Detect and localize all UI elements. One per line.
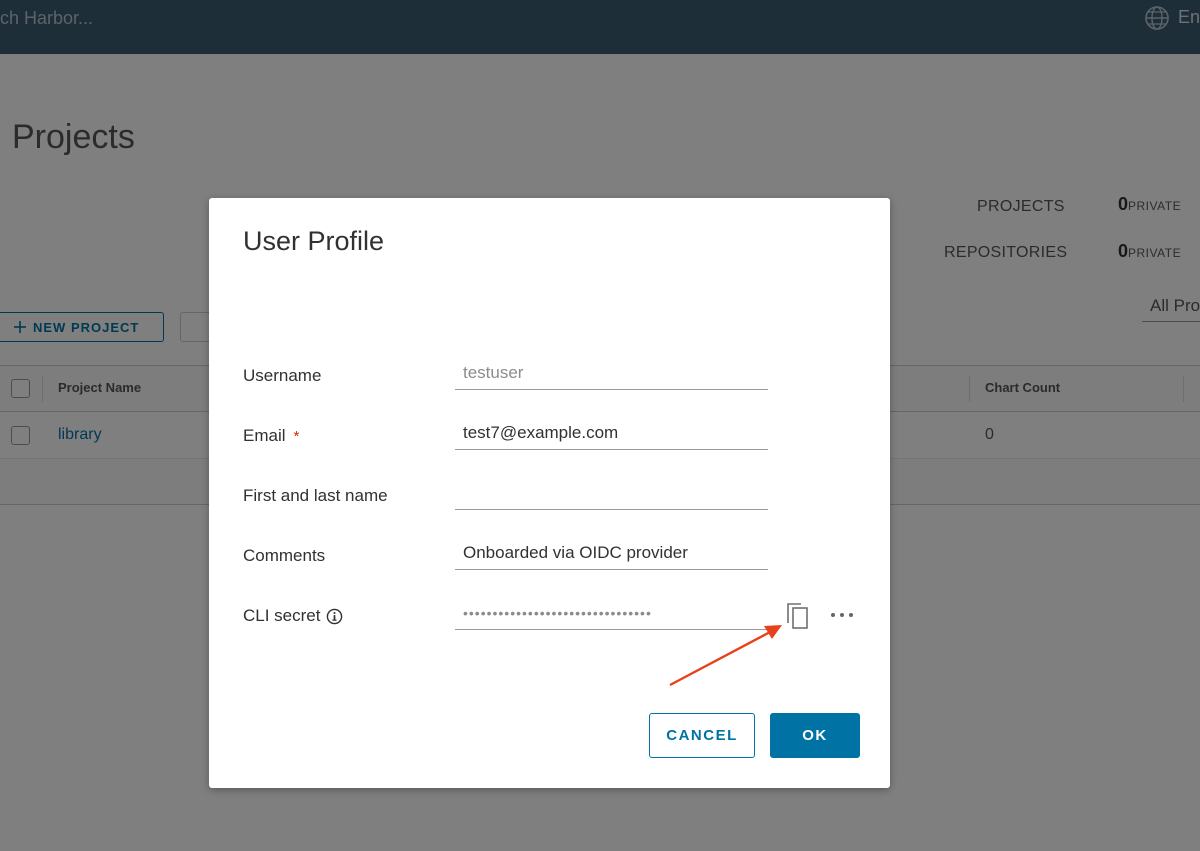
cli-secret-field[interactable] xyxy=(455,596,768,630)
username-field xyxy=(455,356,768,390)
required-marker: * xyxy=(293,427,300,445)
cancel-button[interactable]: CANCEL xyxy=(649,713,755,758)
copy-icon[interactable] xyxy=(785,601,811,631)
email-input[interactable] xyxy=(455,416,768,449)
name-input[interactable] xyxy=(455,476,768,509)
email-label: Email * xyxy=(243,426,299,446)
more-icon[interactable] xyxy=(829,607,855,623)
name-label: First and last name xyxy=(243,486,388,505)
email-field[interactable] xyxy=(455,416,768,450)
cli-secret-label-text: CLI secret xyxy=(243,606,321,625)
email-label-text: Email xyxy=(243,426,286,445)
info-icon[interactable] xyxy=(326,608,343,625)
ok-button[interactable]: OK xyxy=(770,713,860,758)
name-field[interactable] xyxy=(455,476,768,510)
comments-field[interactable] xyxy=(455,536,768,570)
comments-input[interactable] xyxy=(455,536,768,569)
comments-label: Comments xyxy=(243,546,326,565)
dialog-title: User Profile xyxy=(243,226,385,256)
username-label: Username xyxy=(243,366,322,385)
cli-secret-label: CLI secret xyxy=(243,606,343,626)
cli-secret-input[interactable] xyxy=(455,596,768,629)
username-input xyxy=(455,356,768,389)
user-profile-dialog: User Profile Username Email * First and l… xyxy=(209,198,890,788)
